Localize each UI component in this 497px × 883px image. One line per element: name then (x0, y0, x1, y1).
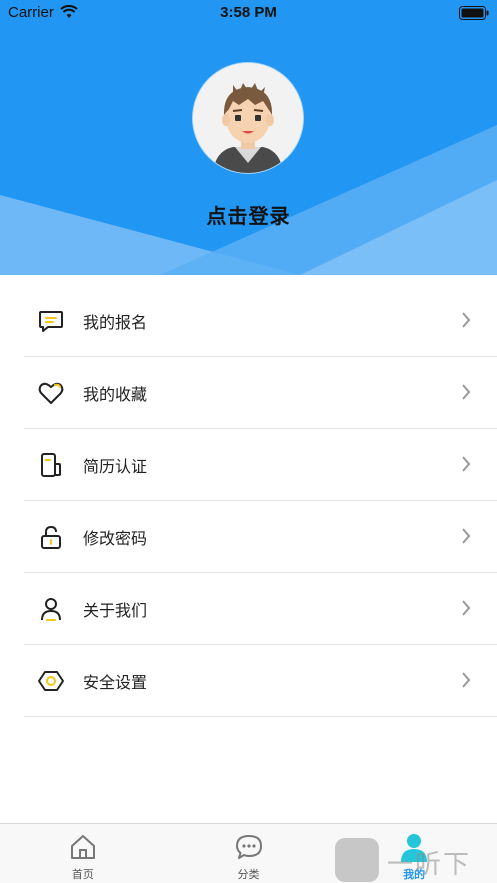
profile-header: Carrier 3:58 PM 点击登录 (0, 0, 497, 275)
tab-category[interactable]: 分类 (166, 824, 332, 883)
tab-bar: 首页 分类 我的 (0, 823, 497, 883)
menu-item-about[interactable]: 关于我们 (0, 573, 497, 645)
menu-item-security[interactable]: 安全设置 (0, 645, 497, 717)
profile-icon (401, 834, 428, 862)
status-time: 3:58 PM (220, 4, 277, 21)
chat-icon (235, 835, 262, 859)
menu-item-favorites[interactable]: 我的收藏 (0, 357, 497, 429)
shield-icon (37, 667, 65, 695)
menu-label-password: 修改密码 (83, 531, 148, 548)
menu-label-security: 安全设置 (83, 675, 148, 692)
tab-category-label: 分类 (237, 869, 260, 881)
login-button[interactable]: 点击登录 (0, 200, 497, 229)
tab-mine-label: 我的 (403, 869, 426, 881)
resume-icon (37, 451, 65, 479)
message-icon (37, 307, 65, 335)
battery-icon (459, 6, 489, 20)
menu-item-password[interactable]: 修改密码 (0, 501, 497, 573)
menu-item-resume[interactable]: 简历认证 (0, 429, 497, 501)
chevron-right-icon (462, 528, 471, 544)
chevron-right-icon (462, 384, 471, 400)
user-icon (37, 595, 65, 623)
menu-label-about: 关于我们 (83, 603, 148, 620)
menu-item-registrations[interactable]: 我的报名 (0, 285, 497, 357)
chevron-right-icon (462, 456, 471, 472)
menu-list: 我的报名 我的收藏 简历认证 修改密码 关于我们 安全设置 (0, 285, 497, 717)
avatar-illustration (193, 63, 303, 173)
avatar[interactable] (193, 63, 303, 173)
tab-mine[interactable]: 我的 (331, 824, 497, 883)
tab-home[interactable]: 首页 (0, 824, 166, 883)
tab-home-label: 首页 (71, 869, 94, 881)
status-bar: Carrier 3:58 PM (0, 0, 497, 26)
chevron-right-icon (462, 312, 471, 328)
home-icon (70, 835, 95, 859)
menu-label-favorites: 我的收藏 (83, 387, 148, 404)
chevron-right-icon (462, 672, 471, 688)
heart-icon (37, 379, 65, 407)
chevron-right-icon (462, 600, 471, 616)
lock-icon (37, 523, 65, 551)
menu-label-registrations: 我的报名 (83, 315, 148, 332)
menu-label-resume: 简历认证 (83, 459, 148, 476)
